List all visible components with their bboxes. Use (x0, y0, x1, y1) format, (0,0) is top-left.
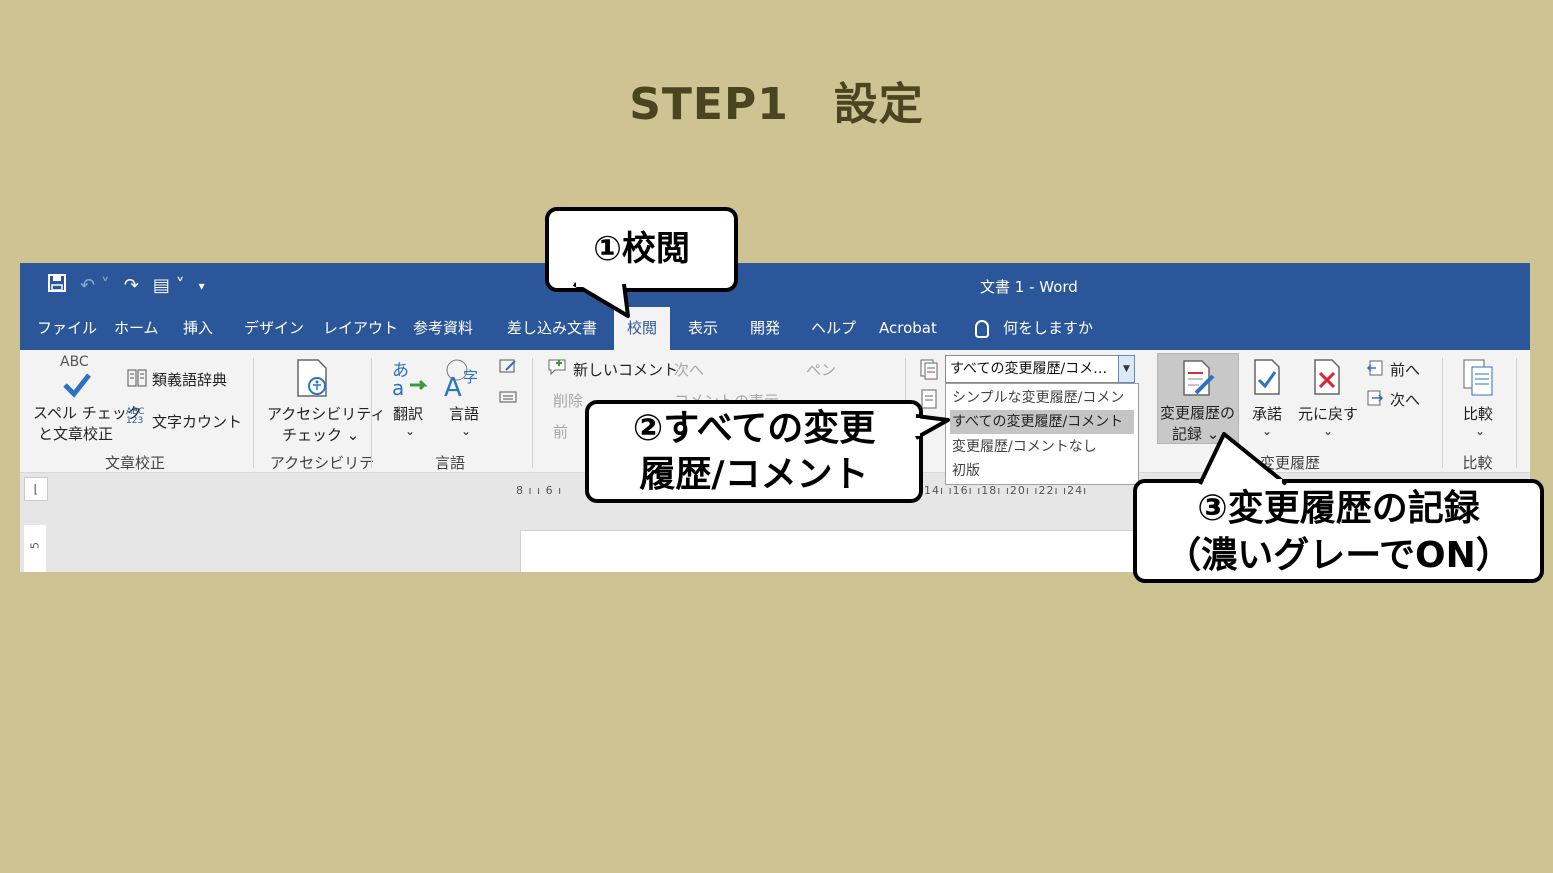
group-separator (1516, 358, 1517, 468)
group-label-language: 言語 (434, 454, 465, 472)
callout-step3-tail (1198, 432, 1288, 486)
option-simple-markup[interactable]: シンプルな変更履歴/コメント (950, 386, 1134, 430)
option-no-markup[interactable]: 変更履歴/コメントなし (950, 435, 1134, 459)
new-comment-button[interactable]: 新しいコメント (573, 359, 678, 380)
language-icon: A字 (444, 359, 478, 398)
accessibility-check-line2: チェック ⌄ (282, 426, 360, 444)
slide-title: STEP1 設定 (629, 79, 924, 130)
translate-icon: あa (392, 361, 428, 398)
group-separator (253, 358, 254, 468)
spell-abc-label: ABC (60, 354, 89, 370)
tab-insert[interactable]: 挿入 (179, 307, 217, 350)
reject-button[interactable]: 元に戻す (1298, 403, 1358, 424)
next-change-icon (1367, 390, 1384, 406)
callout-step1-tail (572, 282, 630, 318)
compare-chevron-icon[interactable]: ⌄ (1475, 424, 1485, 438)
svg-text:A: A (444, 373, 462, 398)
callout-step2-tail (912, 414, 950, 440)
tell-me-label: 何をしますか (1003, 319, 1094, 337)
accessibility-icon (297, 359, 327, 397)
tab-file[interactable]: ファイル (33, 307, 101, 350)
document-title: 文書 1 - Word (980, 278, 1078, 296)
book-icon (127, 369, 147, 387)
callout-step1-text: ①校閲 (593, 229, 690, 269)
tab-help[interactable]: ヘルプ (807, 307, 860, 350)
translate-chevron-icon[interactable]: ⌄ (405, 424, 415, 438)
display-for-review-dropdown: シンプルな変更履歴/コメント すべての変更履歴/コメント 変更履歴/コメントなし… (945, 383, 1139, 485)
compare-button[interactable]: 比較 (1463, 403, 1493, 424)
spell-check-line2: と文章校正 (38, 425, 114, 443)
thesaurus-button[interactable]: 類義語辞典 (152, 369, 227, 390)
svg-text:a: a (392, 376, 404, 398)
previous-comment-button[interactable]: 前 (553, 421, 568, 442)
option-all-markup[interactable]: すべての変更履歴/コメント (950, 410, 1134, 434)
tab-view[interactable]: 表示 (684, 307, 722, 350)
next-change-button[interactable]: 次へ (1390, 389, 1420, 410)
word-count-button[interactable]: 文字カウント (152, 411, 242, 432)
callout-step1: ①校閲 (545, 207, 738, 292)
tab-design[interactable]: デザイン (240, 307, 308, 350)
language-chevron-icon[interactable]: ⌄ (461, 424, 471, 438)
track-changes-label: 変更履歴の (1160, 404, 1236, 422)
keyboard-icon[interactable] (498, 387, 518, 405)
callout-step3: ③変更履歴の記録 （濃いグレーでON） (1133, 479, 1544, 583)
tab-layout[interactable]: レイアウト (319, 307, 402, 350)
undo-icon[interactable]: ↶ ˅ (80, 275, 110, 296)
layout-icon[interactable]: ▤ ˅ (153, 275, 185, 296)
callout-step2: ②すべての変更 履歴/コメント (585, 400, 923, 503)
horizontal-ruler-left: 8 ı ı 6 ı (516, 484, 563, 497)
vertical-ruler-number: 5 (28, 542, 42, 549)
language-button[interactable]: 言語 (449, 403, 479, 424)
tab-references[interactable]: 参考資料 (409, 307, 477, 350)
group-label-proofing: 文章校正 (104, 454, 165, 472)
checkmark-icon (63, 373, 91, 398)
accessibility-check-button[interactable]: アクセシビリティ (267, 403, 385, 424)
reject-icon (1314, 359, 1340, 395)
group-label-compare: 比較 (1462, 454, 1493, 472)
group-separator (532, 358, 533, 468)
callout-step2-text-2: 履歴/コメント (639, 454, 869, 495)
ink-icon[interactable] (498, 358, 518, 376)
display-for-review-icon (920, 359, 938, 380)
tab-developer[interactable]: 開発 (746, 307, 784, 350)
tell-me-search[interactable]: 何をしますか (975, 307, 1093, 350)
accept-button[interactable]: 承諾 (1252, 403, 1282, 424)
pen-button[interactable]: ペン (806, 359, 836, 380)
tab-stop-selector[interactable]: ⌊ (24, 477, 48, 501)
compare-icon (1463, 359, 1493, 396)
tab-acrobat[interactable]: Acrobat (875, 307, 941, 350)
accept-icon (1254, 359, 1280, 395)
next-comment-button[interactable]: 次へ (674, 359, 704, 380)
redo-icon[interactable]: ↷ (124, 275, 139, 296)
dropdown-arrow-icon[interactable]: ▼ (1118, 355, 1135, 383)
display-for-review-select[interactable]: すべての変更履歴/コメ… (945, 355, 1135, 383)
abc123-icon: ABC 123 (126, 407, 145, 426)
group-separator (371, 358, 372, 468)
callout-step2-text-1: ②すべての変更 (632, 408, 876, 449)
callout-step3-text-2: （濃いグレーでON） (1165, 535, 1512, 576)
previous-change-icon (1366, 360, 1383, 376)
save-icon[interactable] (48, 274, 66, 297)
customize-qat-icon[interactable]: ▾ (199, 279, 205, 293)
ribbon-tabs: ファイル ホーム 挿入 デザイン レイアウト 参考資料 差し込み文書 校閲 表示… (20, 307, 1530, 350)
option-original[interactable]: 初版 (950, 459, 1134, 483)
group-separator (1442, 358, 1443, 468)
title-bar: ↶ ˅ ↷ ▤ ˅ ▾ 文書 1 - Word (20, 263, 1530, 307)
lightbulb-icon (975, 319, 989, 338)
tab-home[interactable]: ホーム (110, 307, 163, 350)
new-comment-icon (548, 359, 566, 376)
previous-change-button[interactable]: 前へ (1390, 359, 1420, 380)
quick-access-toolbar: ↶ ˅ ↷ ▤ ˅ ▾ (48, 274, 205, 297)
delete-comment-button[interactable]: 削除 (553, 390, 583, 411)
svg-text:字: 字 (463, 368, 478, 386)
callout-step3-text-1: ③変更履歴の記録 (1197, 488, 1480, 529)
vertical-ruler: 5 (24, 525, 46, 572)
translate-button[interactable]: 翻訳 (393, 403, 423, 424)
reject-chevron-icon[interactable]: ⌄ (1323, 424, 1333, 438)
horizontal-ruler-right: ı14ı ı16ı ı18ı ı20ı ı22ı ı24ı (920, 484, 1088, 497)
track-changes-icon (1183, 360, 1215, 396)
